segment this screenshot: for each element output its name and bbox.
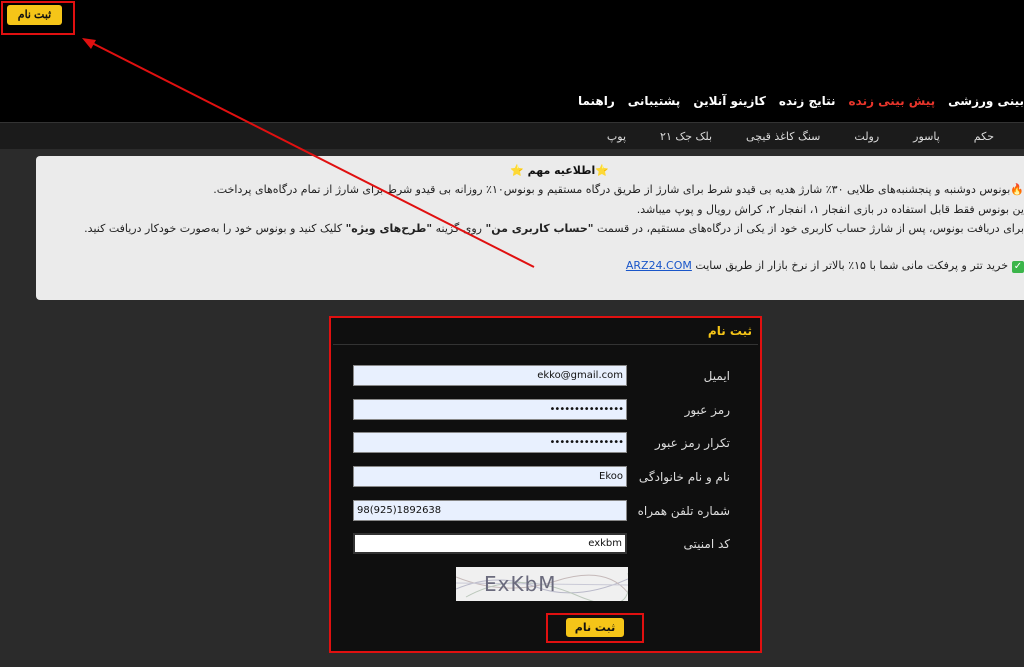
annotation-arrow: [82, 38, 535, 268]
